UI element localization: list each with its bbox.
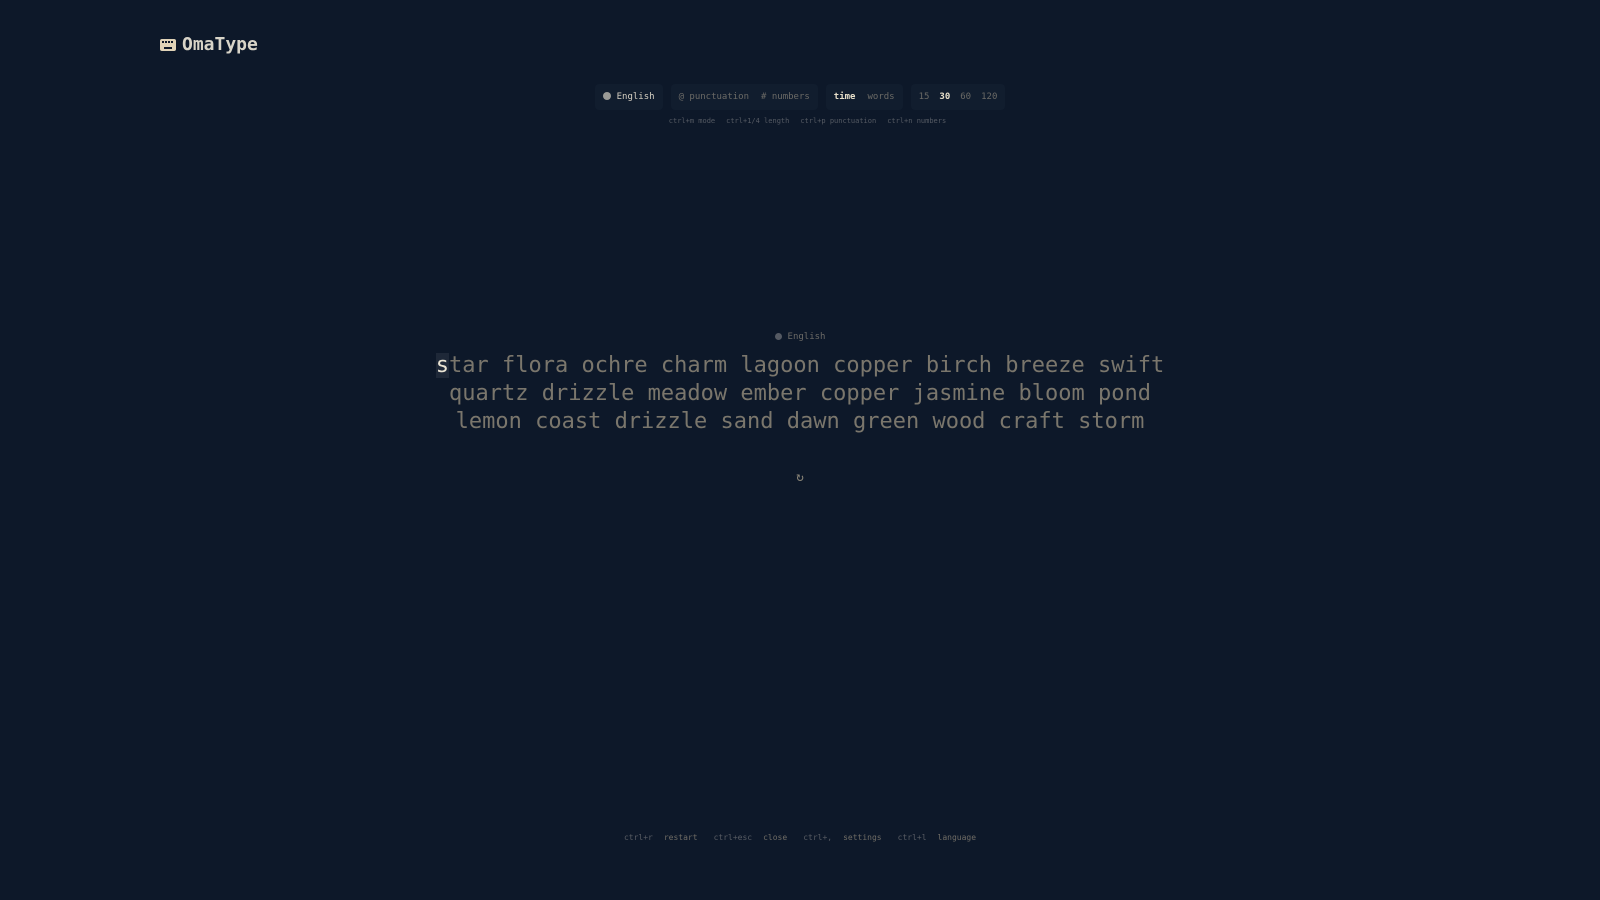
- mode-group: time words: [825, 84, 903, 110]
- test-language-indicator: English: [0, 332, 1600, 342]
- hint-numbers: ctrl+n numbers: [887, 117, 947, 125]
- footer-key: ctrl+l: [897, 833, 927, 842]
- footer-label: close: [763, 833, 788, 842]
- footer-label: settings: [843, 833, 882, 842]
- globe-icon: [602, 92, 611, 100]
- app-title: OmaType: [182, 34, 258, 55]
- footer-key: ctrl+r: [623, 833, 653, 842]
- language-group: English: [594, 84, 663, 110]
- globe-icon: [774, 333, 782, 340]
- settings-toolbar: English @ punctuation # numbers time wor…: [0, 84, 1600, 110]
- typing-words[interactable]: star flora ochre charm lagoon copper bir…: [0, 352, 1600, 436]
- caret-character: s: [435, 353, 449, 378]
- footer-close: ctrl+esc close: [714, 833, 788, 842]
- mode-time[interactable]: time: [834, 92, 856, 102]
- footer-key: ctrl+esc: [713, 833, 753, 842]
- word-line-1-text: tar flora ochre charm lagoon copper birc…: [449, 353, 1165, 378]
- hint-length: ctrl+1/4 length: [726, 117, 790, 125]
- footer-restart: ctrl+r restart: [624, 833, 698, 842]
- punctuation-toggle[interactable]: @ punctuation: [679, 92, 749, 102]
- length-15[interactable]: 15: [919, 92, 930, 102]
- restart-icon[interactable]: ↻: [790, 470, 810, 485]
- language-selector[interactable]: English: [602, 92, 655, 102]
- word-line-3: lemon coast drizzle sand dawn green wood…: [455, 409, 1145, 434]
- footer-language: ctrl+l language: [898, 833, 976, 842]
- numbers-toggle[interactable]: # numbers: [761, 92, 810, 102]
- footer-settings: ctrl+, settings: [803, 833, 881, 842]
- word-line-1: star flora ochre charm lagoon copper bir…: [0, 352, 1600, 380]
- footer-label: language: [937, 833, 977, 842]
- footer-shortcuts: ctrl+r restart ctrl+esc close ctrl+, set…: [0, 833, 1600, 842]
- hint-mode: ctrl+m mode: [668, 117, 716, 125]
- footer-label: restart: [663, 833, 698, 842]
- length-30[interactable]: 30: [939, 92, 950, 102]
- footer-key: ctrl+,: [803, 833, 833, 842]
- options-group: @ punctuation # numbers: [670, 84, 818, 110]
- keyboard-icon: [160, 38, 176, 51]
- hint-punctuation: ctrl+p punctuation: [800, 117, 877, 125]
- mode-words[interactable]: words: [867, 92, 894, 102]
- app-root: OmaType English @ punctuation # numbers …: [0, 0, 1600, 900]
- length-60[interactable]: 60: [960, 92, 971, 102]
- length-120[interactable]: 120: [981, 92, 997, 102]
- app-logo[interactable]: OmaType: [160, 34, 258, 55]
- shortcut-hints: ctrl+m mode ctrl+1/4 length ctrl+p punct…: [0, 117, 1600, 125]
- word-line-2: quartz drizzle meadow ember copper jasmi…: [449, 381, 1151, 406]
- length-group: 15 30 60 120: [910, 84, 1006, 110]
- language-label: English: [616, 92, 655, 102]
- test-language-label: English: [787, 332, 826, 342]
